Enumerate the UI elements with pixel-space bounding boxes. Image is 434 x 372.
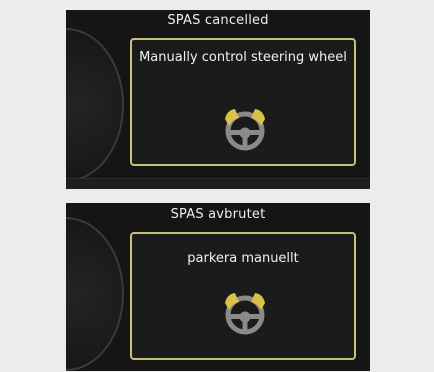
display-bottom-bar xyxy=(66,178,370,189)
message-text: Manually control steering wheel xyxy=(139,50,347,65)
panel-title: SPAS avbrutet xyxy=(170,207,266,222)
display-panel-swedish: SPAS avbrutet parkera manuellt xyxy=(66,203,370,371)
instrument-dial xyxy=(66,28,124,182)
message-text: parkera manuellt xyxy=(187,251,299,266)
steering-wheel-icon xyxy=(225,109,265,151)
instrument-dial xyxy=(66,217,124,371)
steering-wheel-icon xyxy=(225,293,265,335)
message-box: parkera manuellt xyxy=(130,232,356,360)
panel-title: SPAS cancelled xyxy=(167,13,269,28)
message-box: Manually control steering wheel xyxy=(130,38,356,166)
display-panel-english: SPAS cancelled Manually control steering… xyxy=(66,10,370,189)
